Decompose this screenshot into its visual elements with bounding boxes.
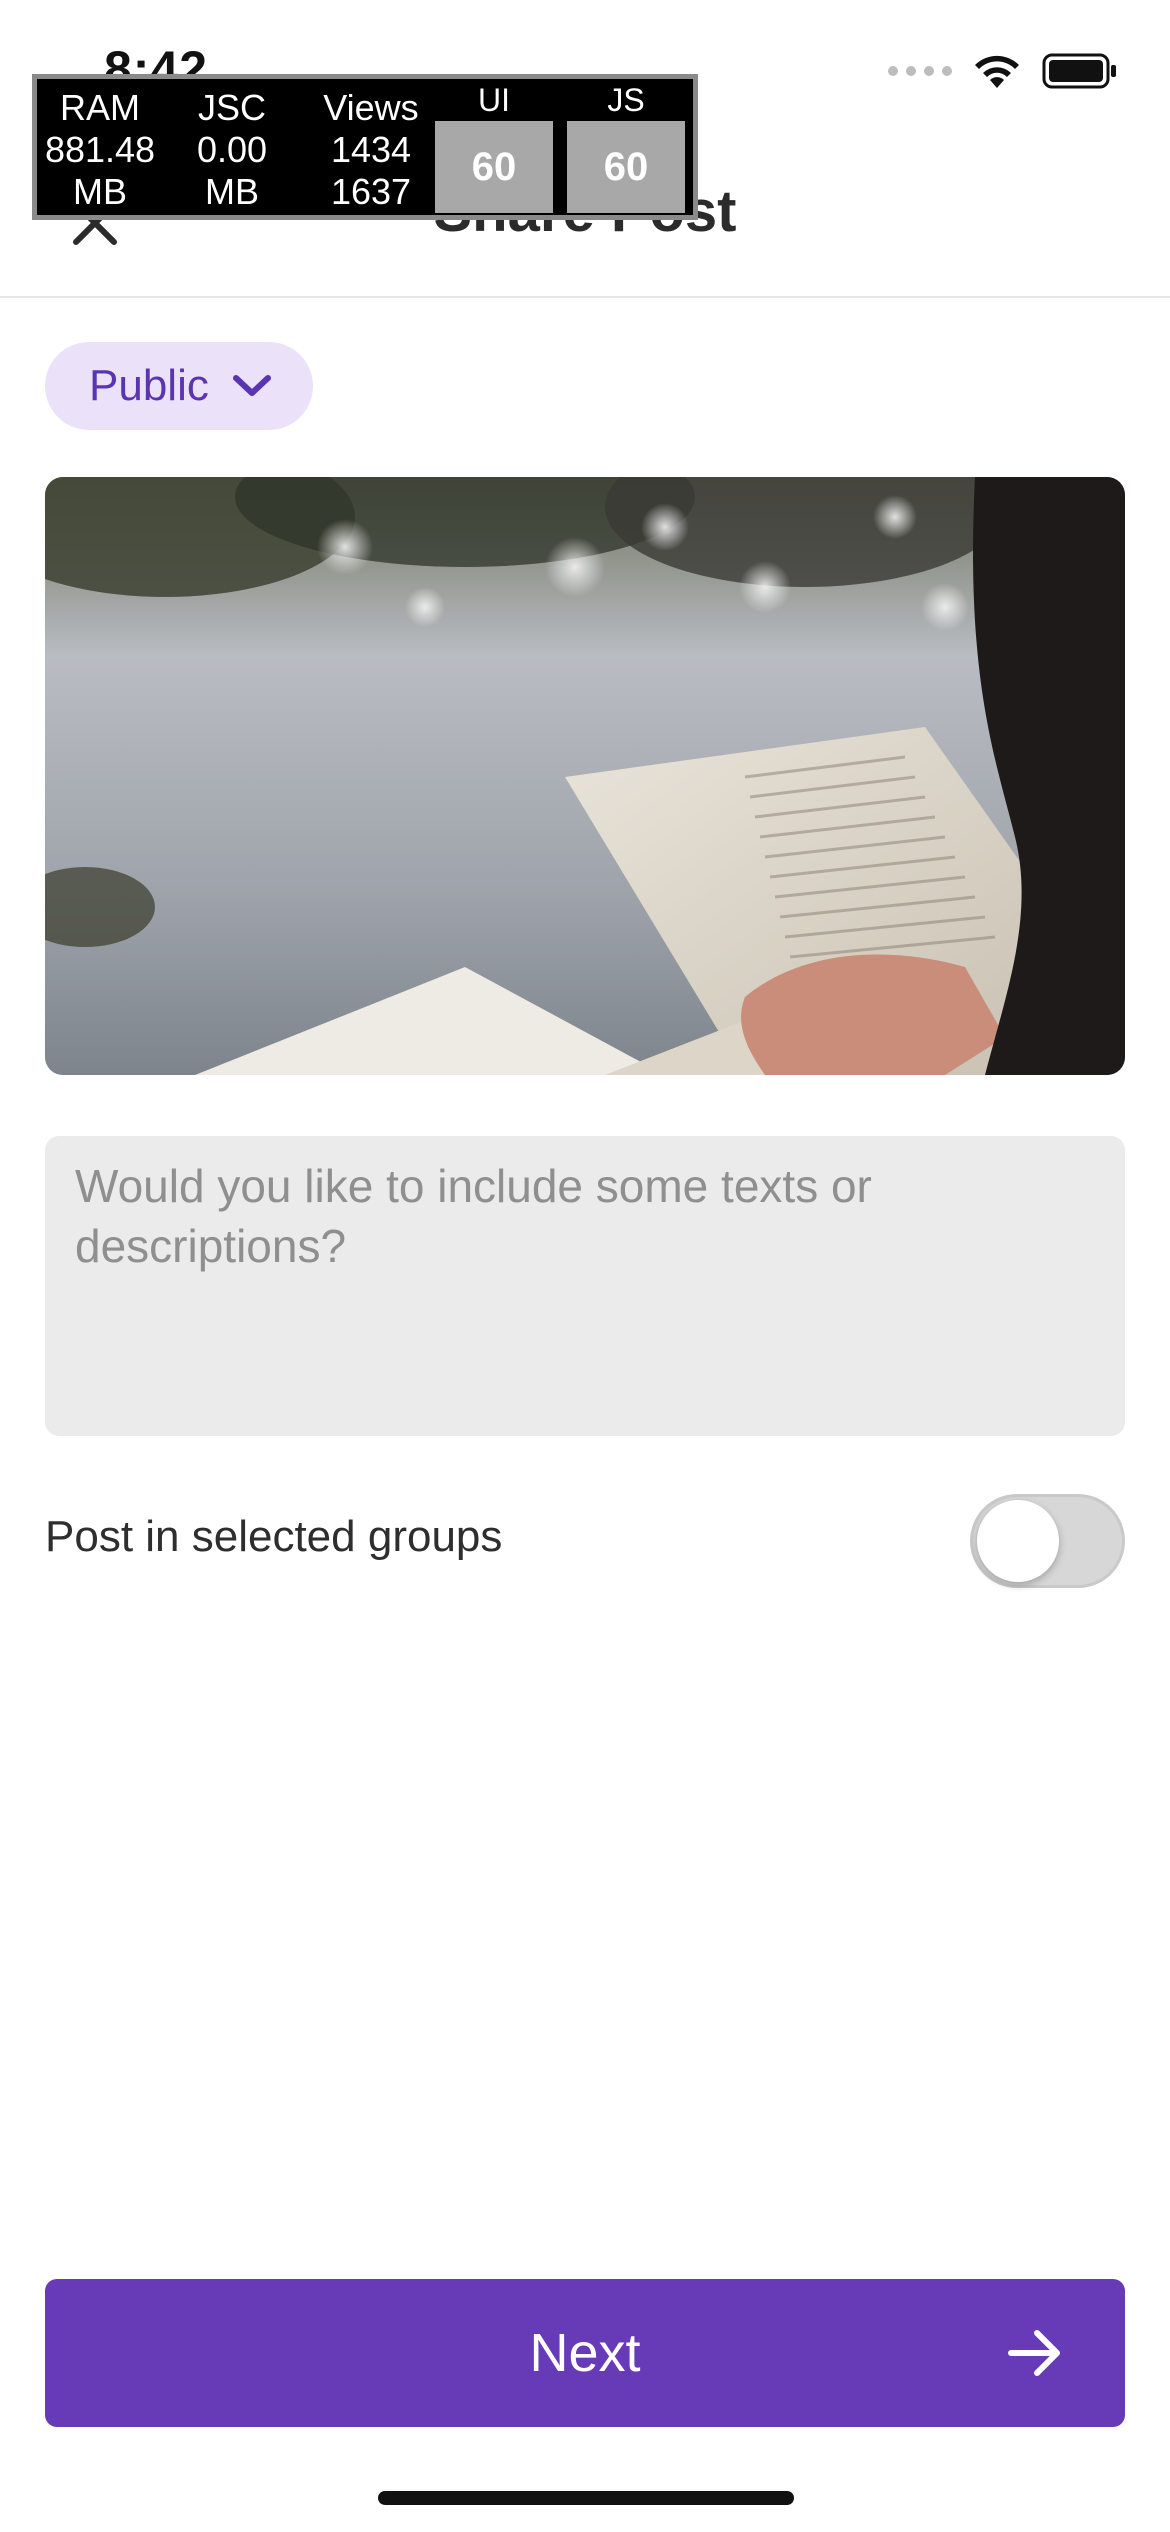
next-button-label: Next <box>529 2323 641 2383</box>
perf-monitor: RAM 881.48 MB JSC 0.00 MB Views 1434 163… <box>32 74 698 220</box>
perf-ui-value: 60 <box>435 121 553 213</box>
battery-icon <box>1042 53 1116 89</box>
perf-ui-label: UI <box>478 82 510 118</box>
chevron-down-icon <box>232 375 271 396</box>
status-icons <box>888 52 1118 90</box>
home-indicator[interactable] <box>378 2491 794 2505</box>
groups-toggle[interactable] <box>970 1494 1125 1588</box>
perf-views-label: Views <box>323 87 419 128</box>
next-button[interactable]: Next <box>45 2279 1125 2427</box>
toggle-knob <box>977 1500 1059 1582</box>
perf-views: Views 1434 1637 <box>303 87 439 213</box>
perf-ram-value: 881.48 <box>44 129 156 170</box>
post-photo <box>45 477 1125 1075</box>
privacy-label: Public <box>89 361 209 410</box>
perf-jsc: JSC 0.00 MB <box>171 87 293 213</box>
groups-toggle-label: Post in selected groups <box>45 1512 503 1561</box>
perf-jsc-value: 0.00 <box>196 129 268 170</box>
perf-jsc-label: JSC <box>197 87 266 128</box>
signal-icon <box>888 66 952 76</box>
perf-jsc-unit: MB <box>205 171 259 212</box>
perf-views-value-1: 1434 <box>330 129 412 170</box>
perf-js-fps: JS 60 <box>567 79 685 213</box>
arrow-right-icon <box>1008 2330 1060 2376</box>
perf-ram-unit: MB <box>73 171 127 212</box>
perf-ram-label: RAM <box>60 87 140 128</box>
perf-ram: RAM 881.48 MB <box>39 87 161 213</box>
post-photo-image <box>45 477 1125 1075</box>
privacy-dropdown[interactable]: Public <box>45 342 313 430</box>
perf-js-label: JS <box>607 82 645 118</box>
perf-ui-fps: UI 60 <box>435 79 553 213</box>
perf-views-value-2: 1637 <box>330 171 412 212</box>
perf-js-value: 60 <box>567 121 685 213</box>
caption-input[interactable] <box>45 1136 1125 1436</box>
wifi-icon <box>975 55 1019 88</box>
